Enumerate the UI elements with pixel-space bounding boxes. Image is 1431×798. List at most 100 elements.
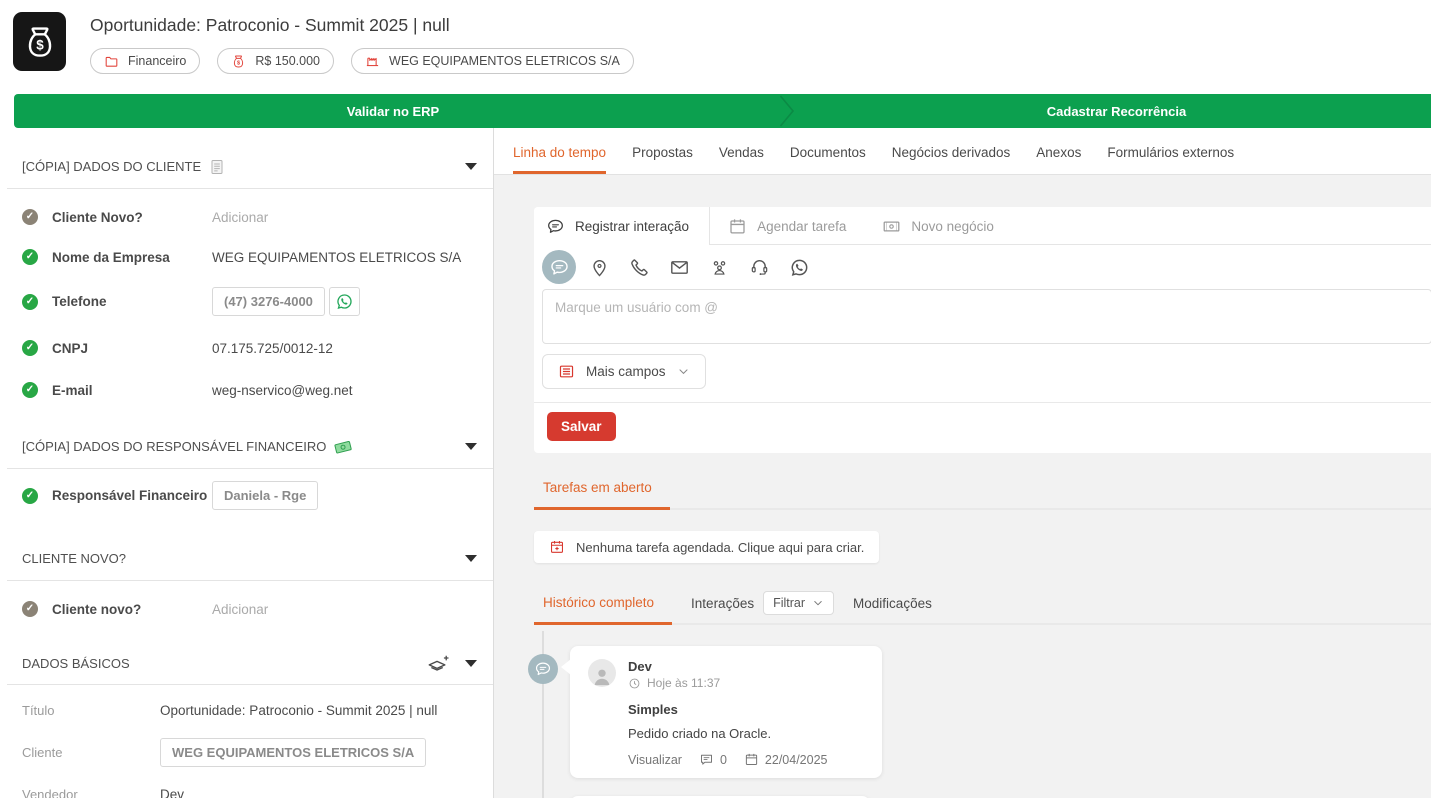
- chat-bubble-icon: [546, 217, 565, 236]
- company-badge-label: WEG EQUIPAMENTOS ELETRICOS S/A: [389, 54, 620, 68]
- field-label: Título: [22, 703, 160, 718]
- divider: [7, 468, 493, 469]
- banknote-icon: [882, 217, 901, 236]
- tab-agendar-tarefa[interactable]: Agendar tarefa: [710, 207, 864, 245]
- field-row-cliente-novo-2: ✓ Cliente novo? Adicionar: [0, 601, 493, 617]
- save-button[interactable]: Salvar: [547, 412, 616, 441]
- company-icon: [365, 54, 380, 69]
- phone-value-chip[interactable]: (47) 3276-4000: [212, 287, 325, 316]
- field-row-email: ✓ E-mail weg-nservico@weg.net: [0, 382, 493, 398]
- comments-counter[interactable]: 0: [699, 752, 727, 767]
- tab-registrar-interacao[interactable]: Registrar interação: [534, 207, 710, 245]
- check-circle-icon: ✓: [22, 249, 38, 265]
- tab-tarefas-em-aberto[interactable]: Tarefas em aberto: [534, 480, 670, 510]
- person-icon: [591, 665, 613, 687]
- caret-down-icon[interactable]: [465, 163, 477, 170]
- comment-icon: [699, 752, 714, 767]
- channel-visit-button[interactable]: [582, 250, 616, 284]
- field-label: CNPJ: [52, 341, 212, 356]
- channel-email-button[interactable]: [662, 250, 696, 284]
- field-row-vendedor: Vendedor Dev: [0, 787, 493, 798]
- document-icon: [209, 159, 225, 175]
- more-fields-button[interactable]: Mais campos: [542, 354, 706, 389]
- filter-button[interactable]: Filtrar: [763, 591, 834, 615]
- stage-label: Validar no ERP: [347, 104, 439, 119]
- field-value-add-link[interactable]: Adicionar: [212, 602, 493, 617]
- tab-formularios-externos[interactable]: Formulários externos: [1107, 145, 1234, 174]
- caret-down-icon[interactable]: [465, 660, 477, 667]
- timeline-time: Hoje às 11:37: [628, 676, 827, 690]
- whatsapp-button[interactable]: [329, 287, 360, 316]
- tab-modificacoes[interactable]: Modificações: [853, 596, 932, 623]
- folder-icon: [104, 54, 119, 69]
- field-value-chip[interactable]: WEG EQUIPAMENTOS ELETRICOS S/A: [160, 738, 426, 767]
- tab-anexos[interactable]: Anexos: [1036, 145, 1081, 174]
- location-pin-icon: [589, 257, 610, 278]
- amount-badge[interactable]: R$ 150.000: [217, 48, 334, 74]
- stage-validar-erp-button[interactable]: Validar no ERP: [14, 94, 772, 128]
- channel-whatsapp-button[interactable]: [782, 250, 816, 284]
- section-title: [CÓPIA] DADOS DO CLIENTE: [22, 159, 225, 175]
- cash-icon: [334, 439, 352, 455]
- field-value-add-link[interactable]: Adicionar: [212, 210, 493, 225]
- check-circle-icon: ✓: [22, 601, 38, 617]
- company-badge[interactable]: WEG EQUIPAMENTOS ELETRICOS S/A: [351, 48, 634, 74]
- field-value[interactable]: Dev: [160, 787, 493, 798]
- caret-down-icon[interactable]: [465, 555, 477, 562]
- check-circle-icon: ✓: [22, 488, 38, 504]
- channel-support-button[interactable]: [742, 250, 776, 284]
- more-fields-row: Mais campos: [534, 344, 1431, 402]
- main-tab-bar: Linha do tempo Propostas Vendas Document…: [494, 128, 1431, 175]
- field-label: Cliente Novo?: [52, 210, 212, 225]
- field-value-chip[interactable]: Daniela - Rge: [212, 481, 318, 510]
- history-tab-bar: Histórico completo Interações Filtrar Mo…: [534, 563, 1431, 625]
- channel-chat-button[interactable]: [542, 250, 576, 284]
- page-header: Oportunidade: Patroconio - Summit 2025 |…: [0, 0, 1431, 94]
- field-row-titulo: Título Oportunidade: Patroconio - Summit…: [0, 703, 493, 718]
- calendar-icon: [744, 752, 759, 767]
- calendar-icon: [728, 217, 747, 236]
- amount-badge-label: R$ 150.000: [255, 54, 320, 68]
- stage-bar: Validar no ERP Cadastrar Recorrência: [14, 94, 1431, 128]
- tab-negocios-derivados[interactable]: Negócios derivados: [892, 145, 1011, 174]
- section-header: [CÓPIA] DADOS DO CLIENTE: [0, 158, 493, 175]
- divider: [7, 684, 493, 685]
- section-header: [CÓPIA] DADOS DO RESPONSÁVEL FINANCEIRO: [0, 438, 493, 455]
- section-header: CLIENTE NOVO?: [0, 550, 493, 567]
- divider: [7, 580, 493, 581]
- interaction-text-input[interactable]: [542, 289, 1431, 344]
- timeline-item: Dev Hoje às 11:37 Simples Pedido criado …: [534, 646, 1431, 778]
- pipeline-badge[interactable]: Financeiro: [90, 48, 200, 74]
- field-label: Cliente: [22, 745, 160, 760]
- field-label: E-mail: [52, 383, 212, 398]
- channel-meeting-button[interactable]: [702, 250, 736, 284]
- field-value[interactable]: weg-nservico@weg.net: [212, 383, 493, 398]
- timeline-entry-title: Simples: [628, 702, 827, 717]
- layers-plus-icon[interactable]: [425, 653, 450, 675]
- timeline: Dev Hoje às 11:37 Simples Pedido criado …: [534, 625, 1431, 798]
- interaction-composer-card: Registrar interação Agendar tarefa Novo …: [534, 207, 1431, 453]
- field-value[interactable]: WEG EQUIPAMENTOS ELETRICOS S/A: [212, 250, 493, 265]
- view-link[interactable]: Visualizar: [628, 753, 682, 767]
- empty-task-banner[interactable]: Nenhuma tarefa agendada. Clique aqui par…: [534, 531, 879, 563]
- field-row-telefone: ✓ Telefone (47) 3276-4000: [0, 287, 493, 316]
- field-row-cliente-novo: ✓ Cliente Novo? Adicionar: [0, 209, 493, 225]
- tab-linha-do-tempo[interactable]: Linha do tempo: [513, 145, 606, 174]
- field-value[interactable]: 07.175.725/0012-12: [212, 341, 493, 356]
- tab-interacoes[interactable]: Interações Filtrar: [691, 596, 834, 623]
- field-label: Vendedor: [22, 787, 160, 798]
- tab-historico-completo[interactable]: Histórico completo: [534, 595, 672, 625]
- field-label: Responsável Financeiro: [52, 488, 212, 503]
- entry-date: 22/04/2025: [744, 752, 828, 767]
- tab-novo-negocio[interactable]: Novo negócio: [864, 207, 1012, 245]
- tab-propostas[interactable]: Propostas: [632, 145, 693, 174]
- field-value[interactable]: Oportunidade: Patroconio - Summit 2025 |…: [160, 703, 493, 718]
- stage-cadastrar-recorrencia-button[interactable]: Cadastrar Recorrência: [802, 94, 1431, 128]
- stage-arrow-icon: [772, 94, 802, 128]
- caret-down-icon[interactable]: [465, 443, 477, 450]
- tab-vendas[interactable]: Vendas: [719, 145, 764, 174]
- tab-documentos[interactable]: Documentos: [790, 145, 866, 174]
- channel-phone-button[interactable]: [622, 250, 656, 284]
- entity-avatar: [13, 12, 66, 71]
- check-circle-icon: ✓: [22, 382, 38, 398]
